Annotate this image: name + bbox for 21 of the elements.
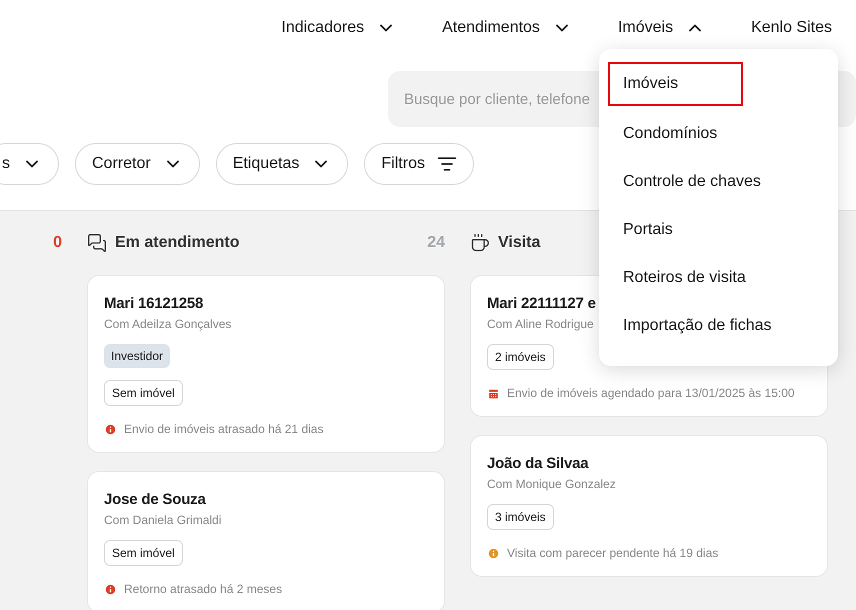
alert-text: Envio de imóveis atrasado há 21 dias [124,421,324,438]
lead-name: Jose de Souza [104,490,206,510]
alert-text: Visita com parecer pendente há 19 dias [507,545,718,562]
property-chip: Sem imóvel [104,380,183,406]
agent-name: Com Daniela Grimaldi [104,512,222,528]
column-title: Em atendimento [115,233,240,253]
agent-name: Com Adeilza Gonçalves [104,316,232,332]
alert-text: Envio de imóveis agendado para 13/01/2025 às 15:00 [507,385,795,402]
lead-name: Mari 16121258 [104,294,204,314]
property-chip: 3 imóveis [487,504,554,530]
column-count: 0 [53,233,62,253]
tag: Investidor [104,344,170,368]
agent-name: Com Aline Rodrigue [487,316,594,332]
property-chip: 2 imóveis [487,344,554,370]
column-count: 24 [427,233,445,253]
column-title: Visita [498,233,540,253]
agent-name: Com Monique Gonzalez [487,476,616,492]
lead-name: João da Silvaa [487,454,588,474]
alert-text: Retorno atrasado há 2 meses [124,581,282,598]
property-chip: Sem imóvel [104,540,183,566]
lead-name: Mari 22111127 e [487,294,596,314]
